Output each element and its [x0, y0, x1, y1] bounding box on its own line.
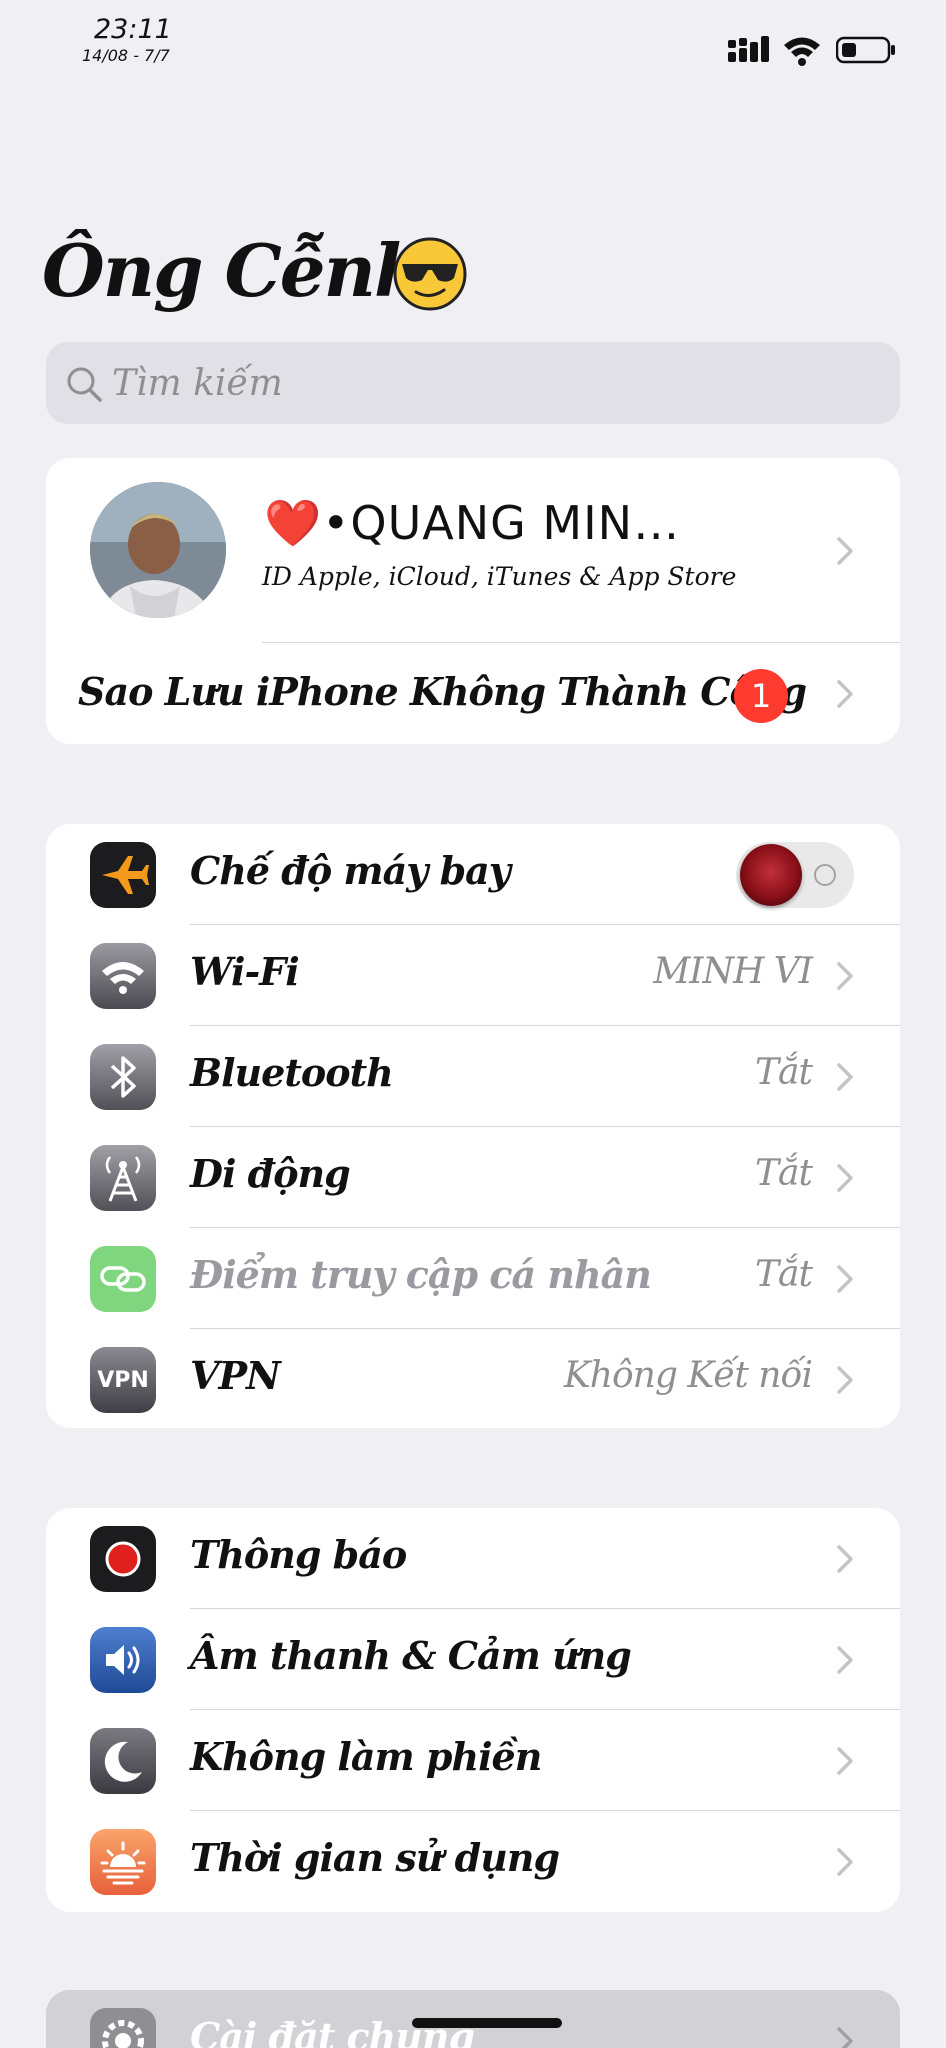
backup-failed-row[interactable]: Sao Lưu iPhone Không Thành Công 1: [46, 643, 900, 744]
chevron-right-icon: [837, 537, 853, 565]
bluetooth-icon: [90, 1044, 156, 1110]
vpn-icon: VPN: [90, 1347, 156, 1413]
toggle-knob: [740, 844, 802, 906]
bluetooth-row[interactable]: Bluetooth Tắt: [46, 1026, 900, 1127]
personal-hotspot-label: Điểm truy cập cá nhân: [190, 1252, 652, 1297]
apple-id-row[interactable]: ❤️•QUANG MIN… ID Apple, iCloud, iTunes &…: [46, 458, 900, 643]
cellular-antenna-icon: [90, 1145, 156, 1211]
airplane-mode-toggle[interactable]: [736, 842, 854, 908]
status-bar: 23:11 14/08 - 7/7: [0, 0, 946, 80]
sunglasses-emoji-icon: [393, 237, 467, 311]
gear-icon: [90, 2008, 156, 2048]
notification-badge: 1: [734, 669, 788, 723]
personal-hotspot-row[interactable]: Điểm truy cập cá nhân Tắt: [46, 1228, 900, 1329]
status-time: 23:11: [94, 14, 172, 45]
backup-failed-label: Sao Lưu iPhone Không Thành Công: [78, 669, 807, 714]
personal-hotspot-value: Tắt: [755, 1254, 813, 1295]
chevron-right-icon: [837, 1545, 853, 1573]
vpn-value: Không Kết nối: [563, 1355, 813, 1396]
search-bar[interactable]: [46, 342, 900, 424]
chevron-right-icon: [837, 1063, 853, 1091]
chevron-right-icon: [837, 1366, 853, 1394]
vpn-icon-text: VPN: [97, 1367, 149, 1393]
wifi-row[interactable]: Wi-Fi MINH VI: [46, 925, 900, 1026]
vpn-label: VPN: [190, 1353, 281, 1398]
profile-name: ❤️•QUANG MIN…: [264, 496, 681, 550]
do-not-disturb-label: Không làm phiền: [190, 1734, 542, 1779]
screen-time-label: Thời gian sử dụng: [190, 1835, 560, 1880]
chevron-right-icon: [837, 680, 853, 708]
notifications-label: Thông báo: [190, 1532, 407, 1577]
do-not-disturb-row[interactable]: Không làm phiền: [46, 1710, 900, 1811]
chevron-right-icon: [837, 1265, 853, 1293]
wifi-value: MINH VI: [653, 951, 813, 992]
airplane-icon: [90, 842, 156, 908]
battery-icon: [836, 36, 895, 64]
wifi-icon: [90, 943, 156, 1009]
avatar: [90, 482, 226, 618]
screen-time-row[interactable]: Thời gian sử dụng: [46, 1811, 900, 1912]
chevron-right-icon: [837, 1646, 853, 1674]
sunset-icon: [90, 1829, 156, 1895]
profile-subtitle: ID Apple, iCloud, iTunes & App Store: [262, 562, 737, 591]
bluetooth-value: Tắt: [755, 1052, 813, 1093]
chevron-right-icon: [837, 2027, 853, 2048]
profile-group: ❤️•QUANG MIN… ID Apple, iCloud, iTunes &…: [46, 458, 900, 744]
cellular-value: Tắt: [755, 1153, 813, 1194]
home-indicator[interactable]: [412, 2018, 562, 2028]
bluetooth-label: Bluetooth: [190, 1050, 394, 1095]
speaker-icon: [90, 1627, 156, 1693]
page-title: Ông Cễnh: [42, 228, 426, 313]
airplane-mode-label: Chế độ máy bay: [190, 848, 511, 893]
notifications-icon: [90, 1526, 156, 1592]
search-icon: [67, 367, 102, 402]
toggle-off-indicator: [814, 864, 836, 886]
status-date: 14/08 - 7/7: [82, 46, 170, 65]
cellular-signal-icon: [728, 36, 769, 62]
chevron-right-icon: [837, 1164, 853, 1192]
search-input[interactable]: [112, 356, 852, 410]
chevron-right-icon: [837, 1747, 853, 1775]
wifi-status-icon: [784, 37, 820, 66]
hotspot-icon: [90, 1246, 156, 1312]
sounds-label: Âm thanh & Cảm ứng: [190, 1633, 632, 1678]
chevron-right-icon: [837, 962, 853, 990]
cellular-label: Di động: [190, 1151, 351, 1196]
alerts-group: Thông báo Âm thanh & Cảm ứng Không làm p…: [46, 1508, 900, 1912]
wifi-label: Wi-Fi: [190, 949, 300, 994]
vpn-row[interactable]: VPN VPN Không Kết nối: [46, 1329, 900, 1428]
notifications-row[interactable]: Thông báo: [46, 1508, 900, 1609]
airplane-mode-row: Chế độ máy bay: [46, 824, 900, 925]
connectivity-group: Chế độ máy bay Wi-Fi MINH VI Bluetooth T…: [46, 824, 900, 1428]
moon-icon: [90, 1728, 156, 1794]
sounds-row[interactable]: Âm thanh & Cảm ứng: [46, 1609, 900, 1710]
cellular-row[interactable]: Di động Tắt: [46, 1127, 900, 1228]
chevron-right-icon: [837, 1848, 853, 1876]
